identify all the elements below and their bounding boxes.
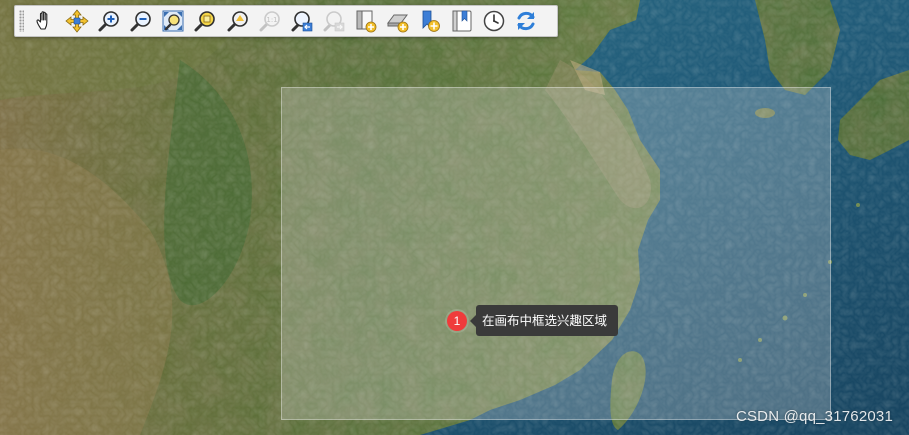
- zoom-full-button[interactable]: [160, 8, 186, 34]
- zoom-next-icon: [323, 11, 345, 32]
- toolbar-grip[interactable]: [19, 10, 24, 32]
- temporal-controller-button[interactable]: [481, 8, 507, 34]
- svg-text:1:1: 1:1: [266, 16, 277, 24]
- pan-map-button[interactable]: [32, 8, 58, 34]
- zoom-native-resolution-icon: 1:1: [259, 11, 280, 32]
- zoom-to-layer-button[interactable]: [225, 8, 251, 34]
- pan-to-selection-icon: [65, 9, 89, 33]
- map-navigation-toolbar: 1:1: [14, 5, 558, 37]
- refresh-button[interactable]: [513, 8, 539, 34]
- step-badge: 1: [447, 311, 467, 331]
- new-bookmark-icon: [422, 10, 441, 32]
- zoom-next-button[interactable]: [321, 8, 347, 34]
- new-3d-map-view-button[interactable]: [385, 8, 411, 34]
- show-bookmarks-button[interactable]: [449, 8, 475, 34]
- zoom-to-selection-button[interactable]: [192, 8, 218, 34]
- pan-to-selection-button[interactable]: [64, 8, 90, 34]
- refresh-icon: [517, 11, 535, 31]
- zoom-last-icon: [291, 11, 313, 32]
- selection-rectangle[interactable]: [281, 87, 831, 420]
- annotation-tooltip: 在画布中框选兴趣区域: [469, 305, 619, 336]
- zoom-in-button[interactable]: [96, 8, 122, 34]
- zoom-last-button[interactable]: [289, 8, 315, 34]
- zoom-out-icon: [130, 11, 152, 32]
- zoom-full-icon: [162, 10, 184, 32]
- zoom-to-selection-icon: [194, 11, 216, 32]
- show-bookmarks-icon: [452, 10, 472, 32]
- zoom-native-resolution-button[interactable]: 1:1: [257, 8, 283, 34]
- zoom-in-icon: [98, 11, 119, 32]
- pan-hand-icon: [36, 11, 48, 30]
- temporal-controller-icon: [484, 10, 505, 32]
- new-map-view-button[interactable]: [353, 8, 379, 34]
- zoom-out-button[interactable]: [128, 8, 154, 34]
- watermark: CSDN @qq_31762031: [735, 408, 893, 425]
- zoom-to-layer-icon: [227, 11, 248, 32]
- new-map-view-icon: [356, 10, 377, 33]
- new-bookmark-button[interactable]: [417, 8, 443, 34]
- new-3d-map-view-icon: [387, 14, 409, 33]
